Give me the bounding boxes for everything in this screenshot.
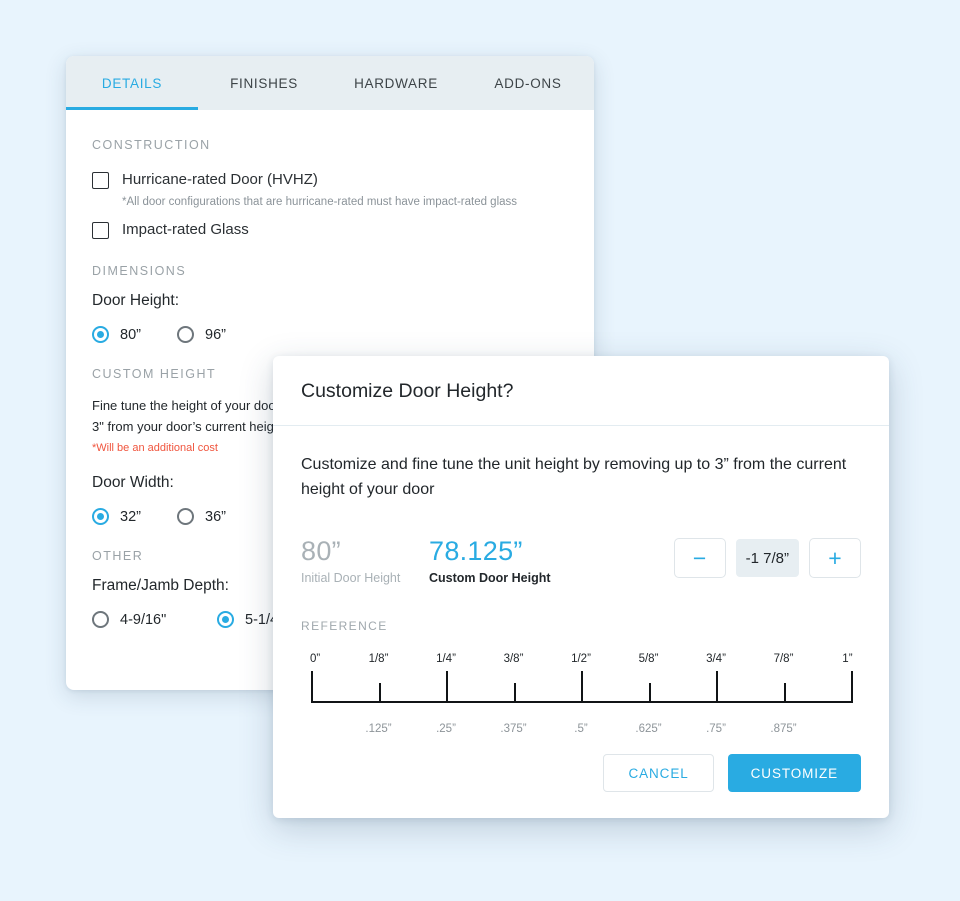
ruler-tick-mark xyxy=(851,671,853,703)
tab-hardware[interactable]: HARDWARE xyxy=(330,56,462,110)
initial-door-height-block: 80” Initial Door Height xyxy=(301,536,429,585)
ruler-tick-top-label: 3/4” xyxy=(706,653,726,665)
section-label-construction: CONSTRUCTION xyxy=(92,138,211,152)
ruler-tick-mark xyxy=(446,671,448,703)
tab-add-ons[interactable]: ADD-ONS xyxy=(462,56,594,110)
reference-ruler: 0” 1/8” .125” 1/4” .25” 3/8” .375” 1/2” .5” 5/8”.… xyxy=(301,653,861,741)
ruler-tick-top-label: 1” xyxy=(842,653,853,665)
decrement-button[interactable]: − xyxy=(673,538,726,578)
modal-description: Customize and fine tune the unit height … xyxy=(301,456,847,498)
checkbox-hurricane-rated[interactable] xyxy=(92,172,109,189)
radio-door-width-32-label: 32” xyxy=(120,508,141,525)
initial-door-height-caption: Initial Door Height xyxy=(301,571,401,585)
radio-door-width-36[interactable] xyxy=(177,508,194,525)
tab-details[interactable]: DETAILS xyxy=(66,56,198,110)
checkbox-impact-rated-glass[interactable] xyxy=(92,222,109,239)
tab-add-ons-label: ADD-ONS xyxy=(494,75,562,91)
ruler-tick-bottom-label: .625” xyxy=(635,723,662,735)
radio-frame-jamb-4-9-16[interactable] xyxy=(92,611,109,628)
custom-door-height-value: 78.125” xyxy=(429,536,523,566)
ruler-tick-bottom-label: .75” xyxy=(706,723,726,735)
modal-header: Customize Door Height? xyxy=(273,356,889,426)
tab-bar: DETAILS FINISHES HARDWARE ADD-ONS xyxy=(66,56,594,110)
reference-label: REFERENCE xyxy=(301,619,388,633)
radio-door-width-36-label: 36” xyxy=(205,508,226,525)
checkbox-impact-rated-glass-label: Impact-rated Glass xyxy=(122,221,249,238)
radio-door-width-32[interactable] xyxy=(92,508,109,525)
ruler-tick-mark xyxy=(378,683,381,703)
radio-door-height-80[interactable] xyxy=(92,326,109,343)
ruler-tick-bottom-label: .25” xyxy=(436,723,456,735)
ruler-tick-top-label: 0” xyxy=(309,653,321,665)
increment-button[interactable]: + xyxy=(809,538,861,578)
radio-option-door-width-32[interactable]: 32” xyxy=(92,508,177,525)
section-label-dimensions: DIMENSIONS xyxy=(92,264,187,278)
ruler-tick-bottom-label: .875” xyxy=(770,723,797,735)
ruler-tick-bottom-label: .125” xyxy=(365,723,392,735)
ruler-tick-top-label: 3/8” xyxy=(503,653,524,665)
radio-door-height-96-label: 96” xyxy=(205,326,226,343)
radio-option-door-height-96[interactable]: 96” xyxy=(177,326,262,343)
tab-details-label: DETAILS xyxy=(101,75,163,91)
ruler-tick-top-label: 1/2” xyxy=(571,653,591,665)
stepper-value: -1 7/8” xyxy=(735,539,799,577)
checkbox-hurricane-rated-label: Hurricane-rated Door (HVHZ) xyxy=(122,171,318,188)
ruler-tick-top-label: 5/8” xyxy=(638,653,659,665)
radio-door-height-80-label: 80” xyxy=(120,326,141,343)
radio-option-door-width-36[interactable]: 36” xyxy=(177,508,262,525)
modal-footer: CANCEL CUSTOMIZE xyxy=(273,754,889,818)
ruler-tick-mark xyxy=(513,683,516,703)
radio-frame-jamb-4-9-16-label: 4-9/16" xyxy=(120,611,167,628)
field-title-door-height: Door Height: xyxy=(92,292,180,309)
customize-door-height-modal: Customize Door Height? Customize and fin… xyxy=(273,356,889,818)
radio-door-height-96[interactable] xyxy=(177,326,194,343)
checkbox-row-impact-rated-glass[interactable]: Impact-rated Glass xyxy=(92,220,568,240)
hurricane-rated-note: *All door configurations that are hurric… xyxy=(122,196,518,208)
ruler-tick-bottom-label: .375” xyxy=(500,723,527,735)
modal-body: Customize and fine tune the unit height … xyxy=(273,426,889,754)
ruler-tick-top-label: 1/8” xyxy=(368,653,389,665)
tab-finishes-label: FINISHES xyxy=(230,75,298,91)
cancel-button[interactable]: CANCEL xyxy=(603,754,714,792)
height-stepper: − -1 7/8” + xyxy=(673,536,861,578)
ruler-tick-mark xyxy=(311,671,313,703)
ruler-tick-mark xyxy=(648,683,651,703)
radio-group-door-height: 80” 96” xyxy=(92,326,568,343)
custom-door-height-block: 78.125” Custom Door Height xyxy=(429,536,674,585)
ruler-tick-bottom-label: .5” xyxy=(574,723,588,735)
ruler-tick-top-label: 1/4” xyxy=(436,653,456,665)
ruler-tick-mark xyxy=(581,671,583,703)
initial-door-height-value: 80” xyxy=(301,536,341,566)
checkbox-row-hurricane-rated[interactable]: Hurricane-rated Door (HVHZ) xyxy=(92,170,568,190)
ruler-tick-mark xyxy=(783,683,786,703)
height-values-row: 80” Initial Door Height 78.125” Custom D… xyxy=(301,536,861,585)
ruler-tick-mark xyxy=(716,671,718,703)
tab-finishes[interactable]: FINISHES xyxy=(198,56,330,110)
ruler-tick-top-label: 7/8” xyxy=(773,653,794,665)
customize-button[interactable]: CUSTOMIZE xyxy=(727,754,861,792)
radio-frame-jamb-5-1-4[interactable] xyxy=(217,611,234,628)
radio-option-frame-jamb-4-9-16[interactable]: 4-9/16" xyxy=(92,611,217,628)
modal-title: Customize Door Height? xyxy=(301,380,514,402)
custom-door-height-caption: Custom Door Height xyxy=(429,571,551,585)
radio-option-door-height-80[interactable]: 80” xyxy=(92,326,177,343)
tab-hardware-label: HARDWARE xyxy=(354,75,438,91)
